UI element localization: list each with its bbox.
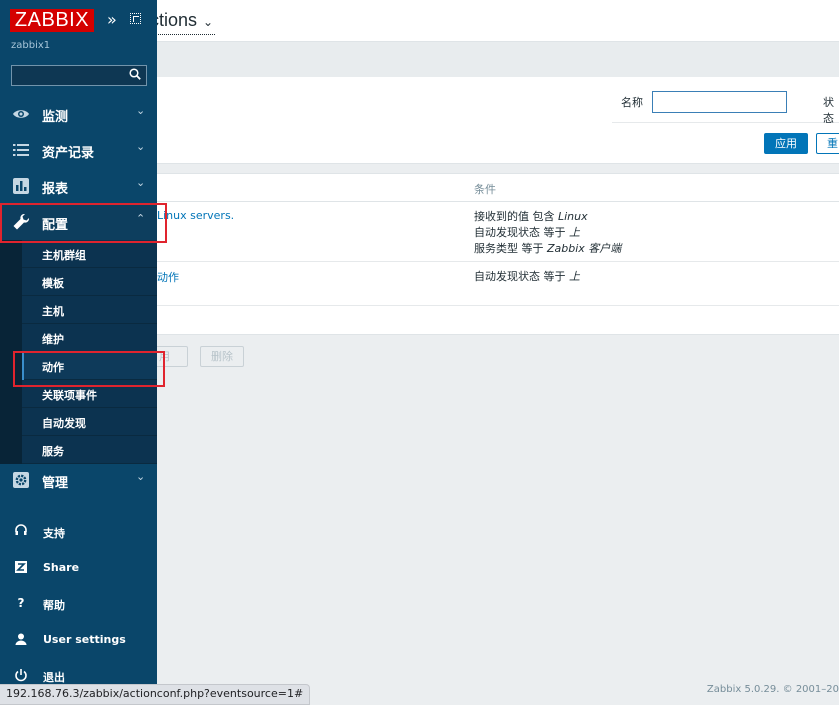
help-icon: ? <box>17 596 25 610</box>
help-link[interactable]: ? 帮助 <box>0 589 157 619</box>
action-name-link[interactable]: 动作 <box>157 269 179 285</box>
submenu-item-event-correlation[interactable]: 关联项事件 <box>22 380 157 408</box>
filter-name-label: 名称 <box>621 96 643 109</box>
zabbix-share-icon <box>15 561 27 573</box>
search-icon[interactable] <box>129 68 141 80</box>
footer-copyright: Zabbix 5.0.29. © 2001–20 <box>706 684 839 695</box>
action-conditions: 自动发现状态 等于 上 <box>474 269 580 285</box>
headset-icon <box>15 524 27 535</box>
support-link[interactable]: 支持 <box>0 517 157 547</box>
submenu-item-actions[interactable]: 动作 <box>22 352 157 380</box>
action-conditions: 接收到的值 包含 Linux 自动发现状态 等于 上 服务类型 等于 Zabbi… <box>474 209 621 257</box>
collapse-sidebar-icon[interactable]: » <box>107 10 117 29</box>
submenu-item-templates[interactable]: 模板 <box>22 268 157 296</box>
chevron-down-icon: ⌄ <box>136 104 146 117</box>
bar-chart-icon <box>13 178 29 194</box>
page-title[interactable]: ctions ⌄ <box>150 8 216 35</box>
menu-item-configuration[interactable]: 配置 ⌃ <box>0 204 157 240</box>
menu-item-monitoring[interactable]: 监测 ⌄ <box>0 96 157 132</box>
gear-icon <box>13 472 29 488</box>
menu-item-inventory[interactable]: 资产记录 ⌄ <box>0 132 157 168</box>
zabbix-logo[interactable]: ZABBIX <box>10 9 94 32</box>
chevron-down-icon: ⌄ <box>136 470 146 483</box>
chevron-up-icon: ⌃ <box>136 212 146 225</box>
browser-status-url: 192.168.76.3/zabbix/actionconf.php?event… <box>0 684 311 705</box>
condition-line: 自动发现状态 等于 上 <box>474 226 580 239</box>
share-link[interactable]: Share <box>0 553 157 583</box>
menu-label: 管理 <box>42 476 69 491</box>
condition-line: 服务类型 等于 Zabbix 客户端 <box>474 242 622 255</box>
filter-status-label: 状态 <box>823 96 834 125</box>
chevron-down-icon: ⌄ <box>136 140 146 153</box>
condition-line: 接收到的值 包含 Linux <box>474 210 588 223</box>
list-icon <box>13 144 29 156</box>
submenu-item-services[interactable]: 服务 <box>22 436 157 464</box>
filter-name-input[interactable] <box>652 91 787 113</box>
submenu-item-maintenance[interactable]: 维护 <box>22 324 157 352</box>
column-header-conditions[interactable]: 条件 <box>474 181 496 197</box>
menu-label: 资产记录 <box>42 146 95 161</box>
sidebar: ZABBIX » zabbix1 监测 ⌄ 资产记录 ⌄ 报表 ⌄ 配置 ⌃ 主… <box>0 0 157 705</box>
user-icon <box>15 633 27 645</box>
menu-label: 配置 <box>42 218 69 233</box>
menu-label: 监测 <box>42 110 69 125</box>
wrench-icon <box>13 213 30 230</box>
eye-icon <box>13 110 29 118</box>
action-name-link[interactable]: Linux servers. <box>157 209 234 222</box>
menu-item-administration[interactable]: 管理 ⌄ <box>0 462 157 498</box>
configuration-submenu: 主机群组 模板 主机 维护 动作 关联项事件 自动发现 服务 <box>0 240 157 464</box>
submenu-item-host-groups[interactable]: 主机群组 <box>22 240 157 268</box>
submenu-item-discovery[interactable]: 自动发现 <box>22 408 157 436</box>
submenu-item-hosts[interactable]: 主机 <box>22 296 157 324</box>
server-name: zabbix1 <box>11 40 51 51</box>
user-settings-link[interactable]: User settings <box>0 625 157 655</box>
apply-button[interactable]: 应用 <box>764 133 808 154</box>
filter-divider <box>612 122 839 123</box>
menu-item-reports[interactable]: 报表 ⌄ <box>0 168 157 204</box>
sidebar-search-input[interactable] <box>11 65 147 86</box>
kiosk-mode-icon[interactable] <box>130 13 141 24</box>
page-title-text: ctions <box>150 10 198 30</box>
mass-delete-button[interactable]: 删除 <box>200 346 244 367</box>
chevron-down-icon: ⌄ <box>203 15 214 29</box>
power-icon <box>15 669 27 682</box>
reset-button[interactable]: 重 <box>816 133 839 154</box>
condition-line: 自动发现状态 等于 上 <box>474 270 580 283</box>
menu-label: 报表 <box>42 182 69 197</box>
chevron-down-icon: ⌄ <box>136 176 146 189</box>
